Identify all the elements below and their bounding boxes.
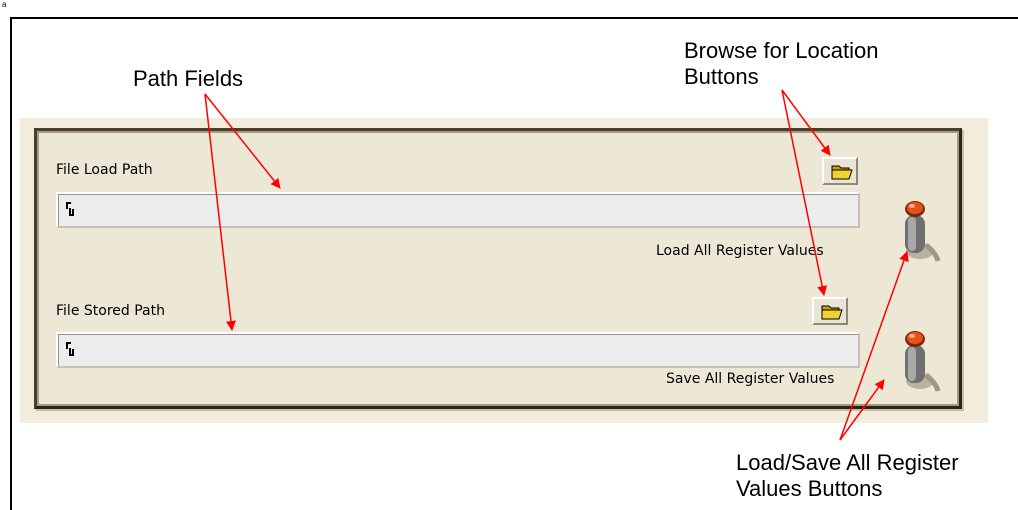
browse-load-location-button[interactable] [822,157,858,185]
file-stored-path-label: File Stored Path [56,303,165,319]
load-all-register-values-toggle-switch-icon[interactable] [896,195,942,267]
folder-icon [821,305,843,320]
callout-browse-line2: Buttons [684,64,759,89]
frame-left-line [10,17,12,510]
path-icon [66,202,74,216]
folder-icon [831,165,853,180]
load-all-register-values-label: Load All Register Values [656,243,824,259]
file-load-path-field[interactable] [56,192,860,228]
corner-mark: a [2,0,7,9]
browse-store-location-button[interactable] [812,297,848,325]
path-icon [66,342,74,356]
callout-browse-line1: Browse for Location [684,38,879,63]
save-all-register-values-toggle-switch-icon[interactable] [896,325,942,397]
save-all-register-values-label: Save All Register Values [666,371,835,387]
callout-loadsave-line1: Load/Save All Register [736,450,959,475]
callout-path-fields: Path Fields [133,66,244,91]
file-stored-path-field[interactable] [56,332,860,368]
file-load-path-label: File Load Path [56,162,153,178]
callout-loadsave-line2: Values Buttons [736,476,883,501]
frame-top-line [10,17,1018,19]
